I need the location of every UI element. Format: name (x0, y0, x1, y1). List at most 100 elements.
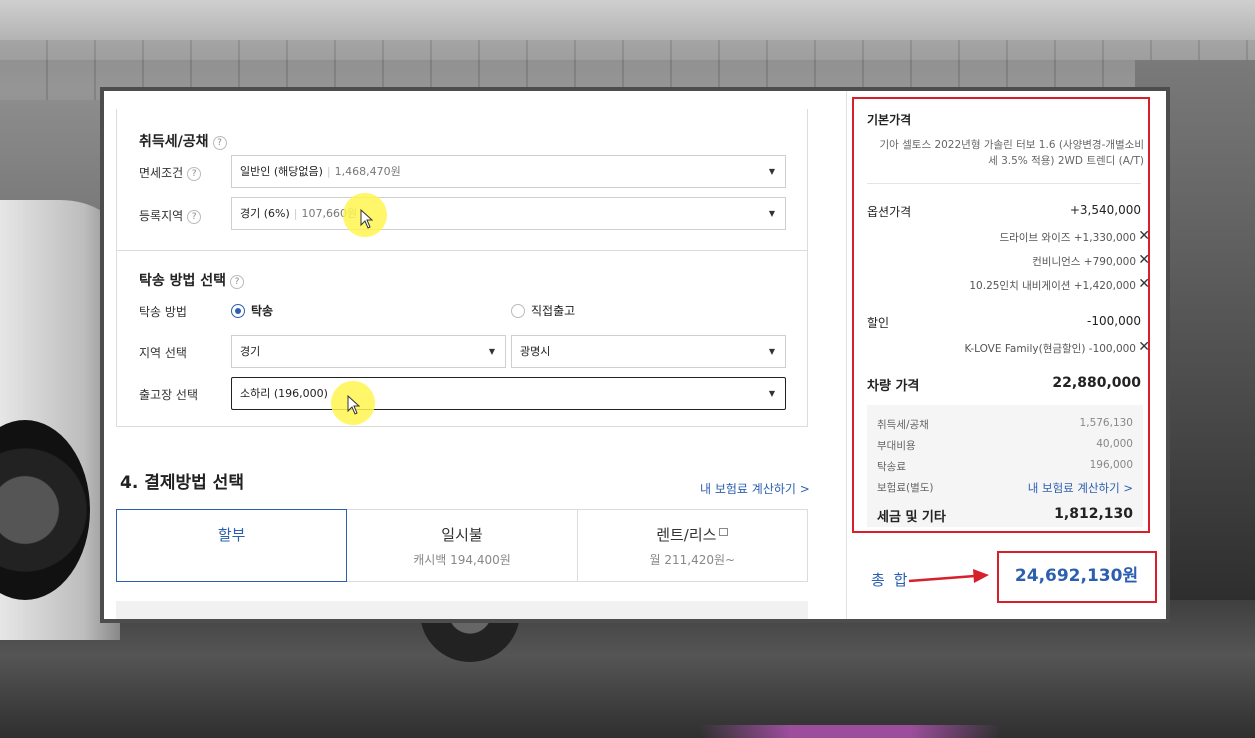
close-icon[interactable]: ✕ (1138, 339, 1150, 355)
help-icon[interactable]: ? (187, 167, 202, 181)
payment-title: 4. 결제방법 선택 (120, 473, 244, 493)
car-price-value: 22,880,000 (1052, 375, 1141, 391)
tax-total-label: 세금 및 기타 (877, 510, 946, 525)
tax-total-value: 1,812,130 (1054, 506, 1133, 522)
separator: | (293, 207, 298, 220)
price-calculator-window: 취득세/공채? 면세조건? 일반인 (해당없음) | 1,468,470원 ▼ 등록… (100, 87, 1170, 623)
tab-rent-lease-label: 렌트/리스 (656, 526, 717, 544)
factory-select[interactable]: 소하리 (196,000) ▼ (231, 377, 786, 410)
tab-rent-lease-sub: 월 211,420원~ (649, 553, 736, 567)
external-window-icon (719, 528, 729, 536)
area-label: 지역 선택 (139, 346, 187, 360)
fee-value: 1,576,130 (1079, 417, 1133, 429)
exemption-select[interactable]: 일반인 (해당없음) | 1,468,470원 ▼ (231, 155, 786, 188)
discount-item-name: K-LOVE Family(현금할인) (964, 343, 1086, 355)
discount-item: K-LOVE Family(현금할인) -100,000 (965, 341, 1136, 356)
tax-delivery-panel: 취득세/공채? 면세조건? 일반인 (해당없음) | 1,468,470원 ▼ 등록… (116, 109, 808, 427)
delivery-title-text: 탁송 방법 선택 (139, 273, 227, 289)
area-value: 경기 (240, 345, 261, 358)
option-item-price: +790,000 (1083, 256, 1136, 268)
radio-pickup[interactable]: 직접출고 (511, 302, 575, 319)
fee-row: 부대비용 40,000 (877, 438, 1133, 453)
option-price-value: +3,540,000 (1069, 203, 1141, 217)
area-select[interactable]: 경기 ▼ (231, 335, 506, 368)
tab-lump-sum[interactable]: 일시불 캐시백 194,400원 (347, 510, 578, 581)
tab-installment-label: 할부 (217, 526, 246, 544)
region-select[interactable]: 경기 (6%) | 107,660원 ▼ (231, 197, 786, 230)
insurance-calc-link[interactable]: 내 보험료 계산하기 > (1028, 480, 1133, 496)
divider (867, 183, 1141, 184)
exemption-label-text: 면세조건 (139, 166, 184, 180)
tab-installment[interactable]: 할부 (116, 509, 348, 582)
option-item: 드라이브 와이즈 +1,330,000 (999, 230, 1136, 245)
acquisition-title: 취득세/공채? (139, 131, 227, 151)
help-icon[interactable]: ? (187, 210, 202, 224)
option-item-price: +1,420,000 (1073, 280, 1136, 292)
chevron-down-icon: ▼ (768, 167, 775, 176)
discount-label: 할인 (867, 316, 890, 330)
total-highlight-box: 24,692,130원 (997, 551, 1157, 603)
delivery-method-label: 탁송 방법 (139, 305, 187, 319)
close-icon[interactable]: ✕ (1138, 228, 1150, 244)
option-price-label: 옵션가격 (867, 205, 912, 219)
fee-label: 탁송료 (877, 461, 906, 473)
options-column: 취득세/공채? 면세조건? 일반인 (해당없음) | 1,468,470원 ▼ 등록… (104, 91, 844, 619)
arrow-right-icon (908, 569, 989, 583)
region-label-text: 등록지역 (139, 209, 184, 223)
discount-row: 할인 -100,000 (867, 314, 1141, 331)
fees-box: 취득세/공채 1,576,130 부대비용 40,000 탁송료 196,000 보험… (867, 405, 1143, 527)
close-icon[interactable]: ✕ (1138, 252, 1150, 268)
delivery-title: 탁송 방법 선택? (139, 270, 245, 290)
radio-delivery-label: 탁송 (251, 304, 274, 318)
fee-label: 부대비용 (877, 440, 916, 452)
total-label: 총 합 (871, 571, 910, 589)
city-select[interactable]: 광명시 ▼ (511, 335, 786, 368)
background-stripe (700, 725, 1000, 738)
fee-label: 보험료(별도) (877, 482, 934, 494)
fee-value: 196,000 (1089, 459, 1133, 471)
separator: | (326, 165, 331, 178)
city-value: 광명시 (520, 345, 551, 358)
option-item-name: 드라이브 와이즈 (999, 232, 1071, 244)
car-price-label: 차량 가격 (867, 379, 920, 394)
car-price-row: 차량 가격 22,880,000 (867, 375, 1141, 394)
factory-label: 출고장 선택 (139, 388, 199, 402)
option-item-name: 컨비니언스 (1032, 256, 1081, 268)
payment-tabs: 할부 일시불 캐시백 194,400원 렌트/리스 월 211,420원~ (116, 509, 808, 582)
radio-selected-icon (231, 304, 245, 318)
exemption-label: 면세조건? (139, 164, 202, 181)
radio-unselected-icon (511, 304, 525, 318)
total-value: 24,692,130원 (1014, 566, 1139, 586)
fee-label: 취득세/공채 (877, 419, 929, 431)
base-price-desc: 기아 셀토스 2022년형 가솔린 터보 1.6 (사양변경-개별소비세 3.5… (879, 139, 1144, 167)
next-section-bar (116, 601, 808, 619)
chevron-down-icon: ▼ (768, 347, 775, 356)
discount-value: -100,000 (1087, 314, 1141, 328)
fee-row: 보험료(별도) 내 보험료 계산하기 > (877, 480, 1133, 495)
region-value: 경기 (6%) (240, 207, 290, 220)
option-item: 컨비니언스 +790,000 (1032, 254, 1136, 269)
exemption-value: 일반인 (해당없음) (240, 165, 323, 178)
divider (117, 250, 807, 251)
radio-delivery[interactable]: 탁송 (231, 302, 273, 319)
help-icon[interactable]: ? (230, 275, 245, 289)
tab-rent-lease[interactable]: 렌트/리스 월 211,420원~ (578, 510, 807, 581)
chevron-down-icon: ▼ (488, 347, 495, 356)
tab-lump-sum-label: 일시불 (441, 526, 483, 544)
tax-total-row: 세금 및 기타 1,812,130 (877, 506, 1133, 525)
exemption-amount: 1,468,470원 (334, 165, 401, 178)
option-item-name: 10.25인치 내비게이션 (969, 280, 1071, 292)
chevron-down-icon: ▼ (768, 209, 775, 218)
region-label: 등록지역? (139, 207, 202, 224)
insurance-calc-link[interactable]: 내 보험료 계산하기 > (700, 480, 810, 497)
acquisition-title-text: 취득세/공채 (139, 134, 209, 150)
option-price-row: 옵션가격 +3,540,000 (867, 203, 1141, 220)
option-item: 10.25인치 내비게이션 +1,420,000 (969, 278, 1136, 293)
radio-pickup-label: 직접출고 (531, 304, 576, 318)
option-item-price: +1,330,000 (1073, 232, 1136, 244)
fee-value: 40,000 (1096, 438, 1133, 450)
help-icon[interactable]: ? (212, 136, 227, 150)
base-price-title: 기본가격 (867, 113, 912, 127)
chevron-down-icon: ▼ (768, 389, 775, 398)
close-icon[interactable]: ✕ (1138, 276, 1150, 292)
